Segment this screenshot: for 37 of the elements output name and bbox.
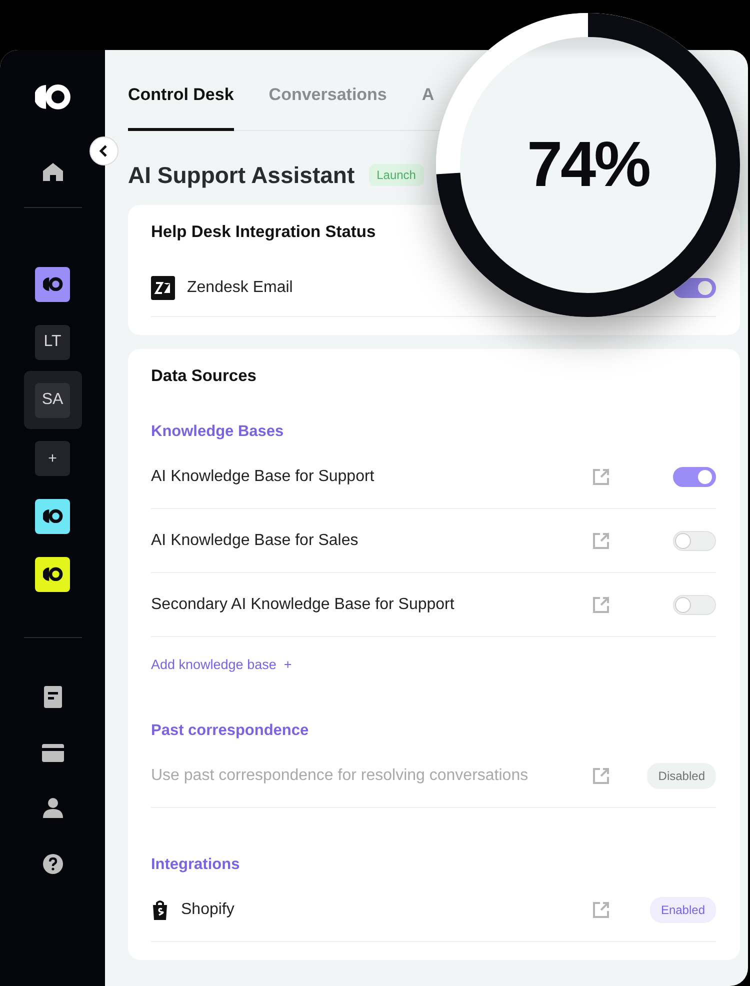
toggle-switch[interactable] <box>673 466 716 486</box>
card-title: Help Desk Integration Status <box>151 223 377 243</box>
workspace-tile[interactable] <box>35 556 70 592</box>
data-source-name: AI Knowledge Base for Support <box>151 468 374 486</box>
status-badge: Disabled <box>647 762 716 788</box>
workspace-tile[interactable]: LT <box>35 324 70 360</box>
logo-icon <box>42 508 62 524</box>
workspace-tile[interactable] <box>35 266 70 302</box>
home-icon[interactable] <box>42 163 62 181</box>
page-title: AI Support Assistant <box>128 162 355 188</box>
status-badge: Launch <box>368 164 424 186</box>
collapse-button[interactable] <box>89 136 119 166</box>
document-icon[interactable] <box>44 686 62 708</box>
tab[interactable]: Control Desk <box>128 85 234 131</box>
workspace-tile[interactable]: SA <box>35 382 70 418</box>
shopping-bag-icon <box>151 900 169 920</box>
section-heading: Integrations <box>151 856 241 874</box>
logo-icon <box>34 84 70 110</box>
data-source-name: Shopify <box>181 900 234 918</box>
section-heading: Knowledge Bases <box>151 423 285 441</box>
section-heading: Past correspondence <box>151 722 310 740</box>
data-source-name: Use past correspondence for resolving conversations <box>151 766 528 784</box>
workspace-tile[interactable] <box>35 498 70 534</box>
data-source-name: Secondary AI Knowledge Base for Support <box>151 596 454 614</box>
add-knowledge-base-link[interactable]: Add knowledge base + <box>151 657 292 672</box>
logo-icon <box>42 276 62 292</box>
credit-card-icon[interactable] <box>42 744 64 762</box>
zendesk-icon <box>151 276 175 300</box>
card-title: Data Sources <box>151 367 258 387</box>
status-badge: Enabled <box>650 896 716 922</box>
help-icon[interactable] <box>42 854 62 874</box>
user-icon[interactable] <box>42 798 62 818</box>
add-workspace-button[interactable]: + <box>35 440 70 476</box>
data-source-name: AI Knowledge Base for Sales <box>151 532 358 550</box>
percentage-label: 74% <box>526 127 650 201</box>
logo-icon <box>42 566 62 582</box>
integration-name: Zendesk Email <box>187 279 293 297</box>
